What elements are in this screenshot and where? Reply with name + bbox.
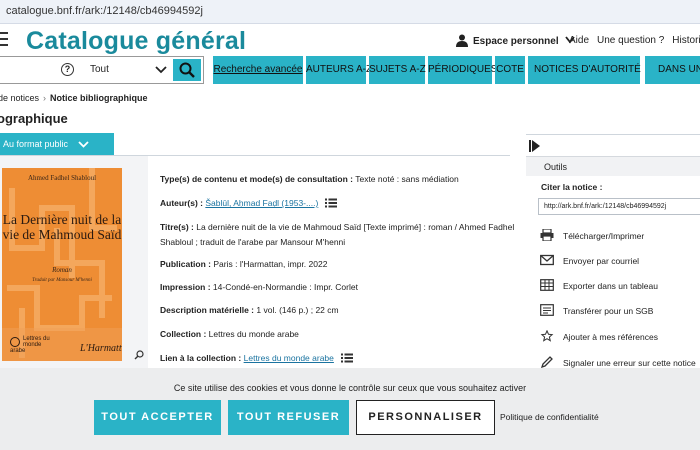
url-text: catalogue.bnf.fr/ark:/12148/cb46994592j: [6, 5, 203, 17]
customize-button[interactable]: PERSONNALISER: [356, 400, 495, 435]
field-description-label: Description matérielle :: [160, 305, 255, 315]
cover-collection: Lettres du monde arabe: [10, 336, 50, 354]
site-logo[interactable]: Catalogue général: [26, 27, 246, 56]
pencil-icon: [540, 356, 553, 368]
field-collection-link-label: Lien à la collection :: [160, 353, 242, 363]
nav-advanced-search[interactable]: Recherche avancée: [213, 56, 303, 84]
search-button[interactable]: [173, 59, 201, 81]
tools-panel: Outils Citer la notice : http://ark.bnf.…: [526, 134, 700, 368]
zoom-icon[interactable]: [134, 350, 144, 360]
tool-add-reference-label: Ajouter à mes références: [563, 332, 658, 342]
table-icon: [540, 279, 554, 291]
list-icon[interactable]: [340, 353, 353, 363]
field-collection-link: Lien à la collection : Lettres du monde …: [160, 352, 353, 364]
field-collection: Collection : Lettres du monde arabe: [160, 328, 299, 340]
field-title: Titre(s) : La dernière nuit de la vie de…: [160, 221, 514, 233]
field-title-label: Titre(s) :: [160, 222, 194, 232]
history-link[interactable]: Historique: [672, 35, 700, 46]
field-title-cont: Shabloul ; traduit de l'arabe par Mansou…: [160, 237, 346, 247]
field-publication-label: Publication :: [160, 259, 211, 269]
field-publication-value: Paris : l'Harmattan, impr. 2022: [213, 259, 328, 269]
chevron-down-icon: [78, 141, 89, 148]
field-printing: Impression : 14-Condé-en-Normandie : Imp…: [160, 281, 358, 293]
refuse-all-button[interactable]: TOUT REFUSER: [228, 400, 349, 435]
account-menu[interactable]: Espace personnel: [456, 34, 575, 47]
site-header: Catalogue général Espace personnel Aide U…: [0, 24, 700, 58]
tool-transfer-label: Transférer pour un SGB: [563, 306, 654, 316]
tool-print-label: Télécharger/Imprimer: [563, 231, 645, 241]
field-collection-value: Lettres du monde arabe: [208, 329, 299, 339]
field-title-value: La dernière nuit de la vie de Mahmoud Sa…: [196, 222, 515, 232]
envelope-icon: [540, 254, 554, 266]
help-icon[interactable]: ?: [61, 63, 74, 76]
tools-heading: Outils: [526, 156, 700, 176]
cover-publisher: L'Harmattan: [80, 343, 122, 354]
cover-title: La Dernière nuit de la vie de Mahmoud Sa…: [2, 212, 122, 242]
nav-univ[interactable]: DANS UNIV: [645, 56, 700, 84]
breadcrumb-prev[interactable]: de notices: [0, 93, 39, 103]
panel-toggle-icon[interactable]: [529, 140, 540, 152]
field-printing-value: 14-Condé-en-Normandie : Impr. Corlet: [212, 282, 358, 292]
cover-translator: Traduit par Mansour M'henni: [32, 278, 92, 283]
cover-pattern: [2, 168, 122, 361]
breadcrumb-current: Notice bibliographique: [50, 93, 148, 103]
chevron-down-icon[interactable]: [155, 66, 167, 74]
book-cover[interactable]: Ahmed Fadhel Shabloul La Dernière nuit d…: [2, 168, 122, 361]
top-links: Aide Une question ? Historique: [569, 35, 700, 46]
breadcrumb: de notices › Notice bibliographique: [0, 93, 148, 103]
page-title: ographique: [0, 111, 68, 126]
search-bar[interactable]: ? Tout: [0, 56, 204, 84]
field-collection-label: Collection :: [160, 329, 207, 339]
search-icon: [179, 62, 195, 78]
nav-cote[interactable]: COTE: [495, 56, 525, 84]
cookie-banner: Ce site utilise des cookies et vous donn…: [0, 368, 700, 450]
list-icon[interactable]: [325, 198, 338, 208]
address-bar[interactable]: catalogue.bnf.fr/ark:/12148/cb46994592j: [0, 0, 700, 24]
collection-logo: [10, 337, 20, 347]
nav-authority[interactable]: NOTICES D'AUTORITÉ ?: [528, 56, 659, 84]
nav-authors[interactable]: AUTEURS A-Z: [306, 56, 372, 84]
tools-header: [526, 134, 700, 156]
tool-email-label: Envoyer par courriel: [563, 256, 640, 266]
format-tab[interactable]: Au format public: [0, 133, 114, 155]
field-type-value: Texte noté : sans médiation: [355, 174, 459, 184]
field-printing-label: Impression :: [160, 282, 211, 292]
privacy-policy-link[interactable]: Politique de confidentialité: [500, 412, 599, 422]
nav-subjects[interactable]: SUJETS A-Z: [369, 56, 426, 84]
cite-label: Citer la notice :: [541, 182, 603, 192]
main-nav: ? Tout Recherche avancée AUTEURS A-Z SUJ…: [0, 56, 700, 84]
account-label: Espace personnel: [473, 36, 559, 47]
author-link[interactable]: Šablūl, Aḥmad Faḍl (1953-....): [205, 198, 318, 208]
field-author: Auteur(s) : Šablūl, Aḥmad Faḍl (1953-...…: [160, 197, 338, 209]
accept-all-button[interactable]: TOUT ACCEPTER: [94, 400, 221, 435]
person-icon: [456, 34, 468, 47]
cookie-message: Ce site utilise des cookies et vous donn…: [173, 383, 527, 393]
field-description-value: 1 vol. (146 p.) ; 22 cm: [256, 305, 339, 315]
nav-periodicals[interactable]: PÉRIODIQUES: [428, 56, 497, 84]
tool-report-error-label: Signaler une erreur sur cette notice: [563, 358, 696, 368]
transfer-icon: [540, 304, 554, 316]
collection-link[interactable]: Lettres du monde arabe: [244, 353, 334, 363]
help-link[interactable]: Aide: [569, 35, 589, 46]
field-author-label: Auteur(s) :: [160, 198, 203, 208]
field-type-label: Type(s) de contenu et mode(s) de consult…: [160, 174, 353, 184]
tools-heading-label: Outils: [544, 162, 568, 172]
tool-export-label: Exporter dans un tableau: [563, 281, 658, 291]
format-tab-label: Au format public: [3, 139, 69, 149]
field-publication: Publication : Paris : l'Harmattan, impr.…: [160, 258, 327, 270]
cover-genre: Roman: [52, 266, 72, 274]
ark-field[interactable]: http://ark.bnf.fr/ark:/12148/cb46994592j: [538, 198, 700, 215]
printer-icon: [540, 229, 554, 241]
menu-icon[interactable]: [0, 32, 8, 48]
search-scope-select[interactable]: Tout: [90, 64, 109, 75]
star-icon: [540, 330, 554, 342]
cover-author: Ahmed Fadhel Shabloul: [27, 174, 97, 182]
nav-authority-label: NOTICES D'AUTORITÉ: [534, 64, 641, 75]
field-description: Description matérielle : 1 vol. (146 p.)…: [160, 304, 339, 316]
question-link[interactable]: Une question ?: [597, 35, 664, 46]
field-type: Type(s) de contenu et mode(s) de consult…: [160, 173, 459, 185]
